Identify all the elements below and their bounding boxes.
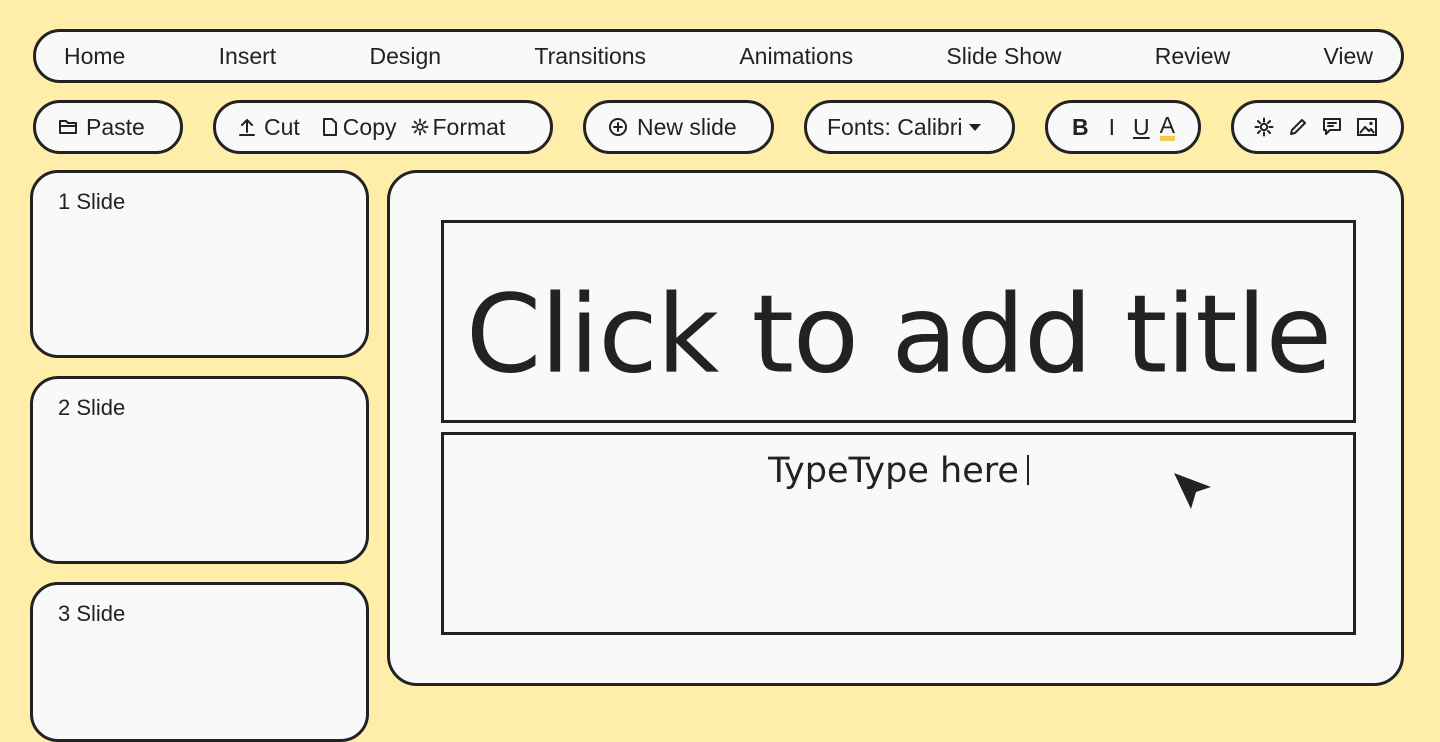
title-placeholder[interactable]: Click to add title (441, 220, 1356, 423)
underline-button[interactable]: U (1133, 114, 1150, 141)
cut-label: Cut (264, 113, 300, 140)
text-caret (1026, 455, 1029, 485)
slide-thumbnail-label: 3 Slide (58, 601, 126, 626)
new-slide-button[interactable]: New slide (583, 100, 774, 154)
menu-insert[interactable]: Insert (219, 43, 277, 70)
comment-button[interactable] (1322, 117, 1342, 137)
font-select[interactable]: Fonts: Calibri (804, 100, 1015, 154)
font-select-label: Fonts: Calibri (827, 113, 963, 140)
copy-label: Copy (342, 113, 397, 140)
tools-group (1231, 100, 1404, 154)
format-label: Format (432, 113, 506, 140)
menu-animations[interactable]: Animations (739, 43, 853, 70)
body-text: TypeType here (768, 451, 1019, 491)
paste-label: Paste (86, 113, 145, 140)
menu-slide-show[interactable]: Slide Show (946, 43, 1061, 70)
toolbar-paste-group: Paste (33, 100, 183, 154)
caret-down-icon (968, 122, 982, 132)
menu-design[interactable]: Design (369, 43, 441, 70)
text-format-group: B I U A (1045, 100, 1201, 154)
image-icon (1356, 117, 1378, 137)
copy-button[interactable]: Copy (322, 114, 397, 141)
insert-image-button[interactable] (1356, 117, 1378, 137)
body-text-box[interactable]: TypeType here (441, 432, 1356, 635)
mouse-pointer-icon (1172, 471, 1214, 518)
italic-button[interactable]: I (1109, 114, 1115, 141)
comment-icon (1322, 117, 1342, 137)
upload-icon (238, 117, 256, 137)
slide-canvas: Click to add title TypeType here (387, 170, 1404, 686)
gear-icon (410, 118, 429, 136)
slide-thumbnail[interactable]: 1 Slide (30, 170, 369, 358)
title-placeholder-text: Click to add title (465, 272, 1332, 398)
font-color-button[interactable]: A (1159, 113, 1175, 141)
cut-button[interactable]: Cut (238, 114, 300, 141)
pencil-icon (1288, 117, 1308, 137)
folder-icon (58, 118, 78, 136)
body-text-line: TypeType here (444, 451, 1353, 491)
settings-icon (1254, 117, 1274, 137)
format-button[interactable]: Format (410, 113, 506, 141)
menu-review[interactable]: Review (1155, 43, 1230, 70)
bold-button[interactable]: B (1072, 114, 1089, 141)
slide-thumbnail-label: 1 Slide (58, 189, 126, 214)
settings-button[interactable] (1254, 117, 1274, 137)
paste-button[interactable]: Paste (58, 114, 145, 141)
pencil-button[interactable] (1288, 117, 1308, 137)
slide-thumbnail-label: 2 Slide (58, 395, 126, 420)
document-icon (322, 117, 338, 137)
new-slide-label: New slide (637, 113, 737, 140)
menu-view[interactable]: View (1324, 43, 1373, 70)
toolbar-clipboard-group: Cut Copy Format (213, 100, 553, 154)
menu-home[interactable]: Home (64, 43, 125, 70)
menu-transitions[interactable]: Transitions (534, 43, 646, 70)
plus-circle-icon (608, 117, 628, 137)
slide-thumbnail[interactable]: 3 Slide (30, 582, 369, 742)
menu-bar: Home Insert Design Transitions Animation… (33, 29, 1404, 83)
slide-thumbnail[interactable]: 2 Slide (30, 376, 369, 564)
